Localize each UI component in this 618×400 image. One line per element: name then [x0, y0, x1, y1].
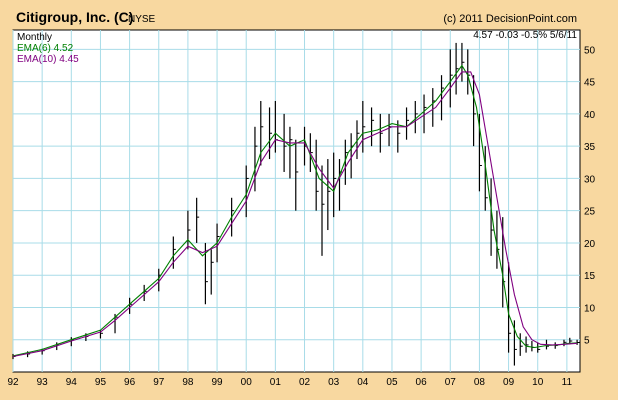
- x-tick-label: 08: [474, 377, 486, 388]
- quote-readout: 4.57 -0.03 -0.5% 5/6/11: [473, 30, 577, 41]
- x-tick-label: 99: [211, 377, 223, 388]
- x-tick-label: 93: [37, 377, 49, 388]
- period-label: Monthly: [17, 32, 52, 43]
- x-tick-label: 01: [270, 377, 282, 388]
- x-tick-label: 96: [124, 377, 136, 388]
- x-tick-label: 98: [182, 377, 194, 388]
- y-tick-label: 45: [584, 78, 596, 89]
- x-tick-label: 94: [66, 377, 78, 388]
- y-tick-label: 15: [584, 271, 596, 282]
- x-tick-label: 03: [328, 377, 340, 388]
- x-tick-label: 00: [241, 377, 253, 388]
- legend-ema6: EMA(6) 4.52: [17, 43, 74, 54]
- x-tick-label: 07: [445, 377, 457, 388]
- y-tick-label: 10: [584, 303, 596, 314]
- x-tick-label: 05: [386, 377, 398, 388]
- chart-title: Citigroup, Inc. (C): [16, 9, 133, 25]
- x-tick-label: 11: [562, 377, 573, 388]
- chart: 5 10 15 20 25 30 35 40 45 50 92 93 94 95 96 97 98 99 00 01 0…: [0, 0, 618, 400]
- y-tick-label: 35: [584, 142, 596, 153]
- x-tick-label: 95: [95, 377, 107, 388]
- chart-svg: 5 10 15 20 25 30 35 40 45 50 92 93 94 95 96 97 98 99 00 01 0…: [0, 0, 618, 400]
- x-tick-label: 92: [7, 377, 19, 388]
- copyright: (c) 2011 DecisionPoint.com: [443, 13, 577, 25]
- y-tick-label: 5: [584, 336, 590, 347]
- x-tick-label: 04: [357, 377, 369, 388]
- x-tick-label: 02: [299, 377, 311, 388]
- x-tick-label: 09: [503, 377, 515, 388]
- x-tick-label: 06: [416, 377, 428, 388]
- x-tick-label: 97: [153, 377, 165, 388]
- y-tick-label: 25: [584, 207, 596, 218]
- y-tick-label: 40: [584, 110, 596, 121]
- y-tick-label: 50: [584, 45, 596, 56]
- exchange-label: NYSE: [128, 14, 156, 25]
- y-tick-label: 30: [584, 174, 596, 185]
- legend-ema10: EMA(10) 4.45: [17, 54, 79, 65]
- y-tick-label: 20: [584, 239, 596, 250]
- x-tick-label: 10: [532, 377, 544, 388]
